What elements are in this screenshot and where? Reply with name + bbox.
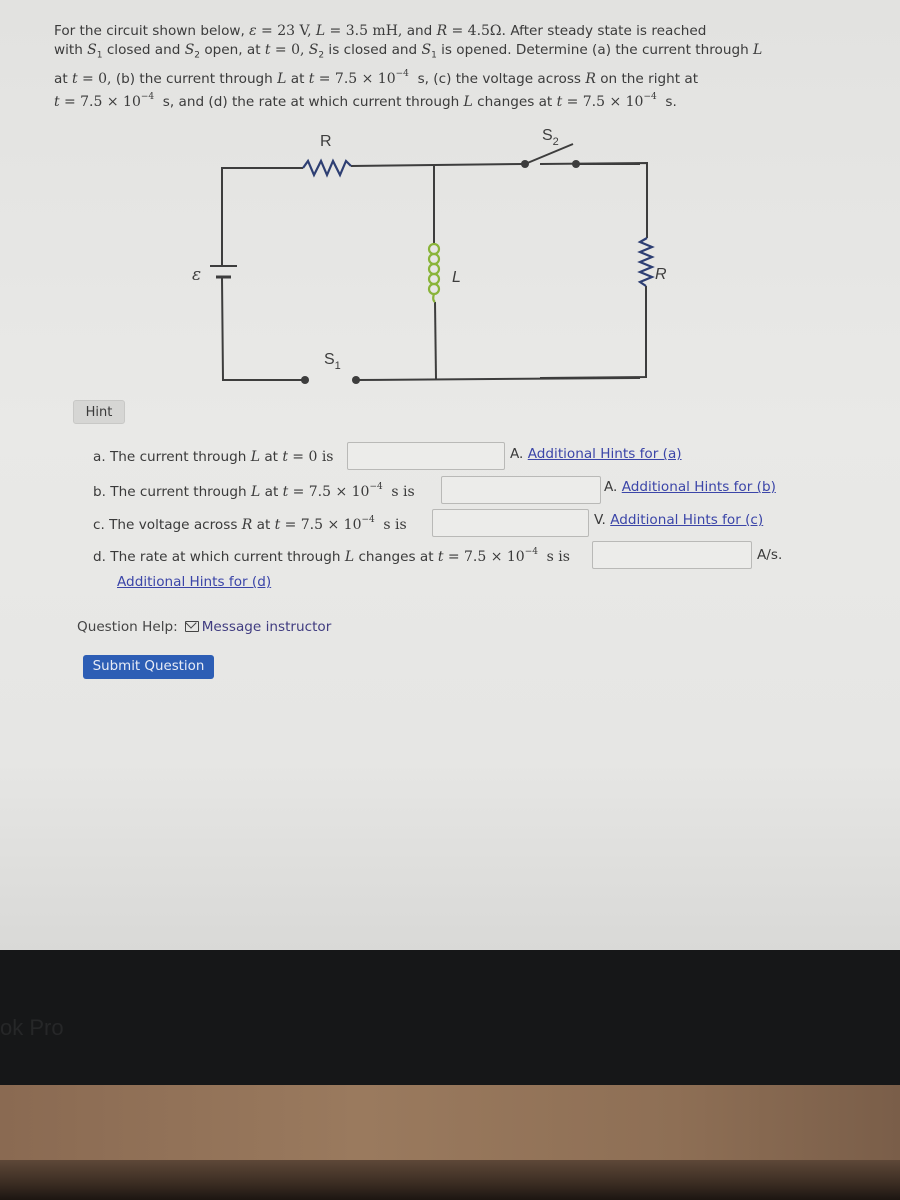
- circuit-diagram-right: R: [540, 161, 667, 379]
- wire-left-lower: [221, 277, 303, 381]
- hint-d: Additional Hints for (d): [117, 574, 271, 590]
- resistor-top-icon: [302, 158, 352, 178]
- wire-right-bottom: [540, 286, 647, 379]
- answer-d-input[interactable]: [592, 541, 752, 569]
- wire-left: [221, 167, 303, 265]
- question-b-label: b. The current through L at t = 7.5 × 10…: [93, 482, 415, 500]
- wire-right-top: [540, 161, 648, 238]
- hint-c-link[interactable]: Additional Hints for (c): [610, 512, 763, 528]
- switch-s1-label: S1: [324, 351, 341, 372]
- hint-a: A. Additional Hints for (a): [510, 446, 682, 462]
- message-instructor-link[interactable]: Message instructor: [202, 619, 332, 635]
- hint-a-link[interactable]: Additional Hints for (a): [528, 446, 682, 462]
- inductor-icon: [427, 242, 441, 303]
- problem-statement: For the circuit shown below, ε = 23 V, L…: [54, 22, 834, 112]
- inductor-label: L: [452, 269, 461, 286]
- hint-d-link[interactable]: Additional Hints for (d): [117, 574, 271, 590]
- question-help: Question Help: Message instructor: [77, 619, 332, 635]
- browser-screen: For the circuit shown below, ε = 23 V, L…: [0, 0, 900, 950]
- problem-line-1: For the circuit shown below, ε = 23 V, L…: [54, 23, 707, 39]
- problem-line-2: with S1 closed and S2 open, at t = 0, S2…: [54, 41, 763, 61]
- hint-b: A. Additional Hints for (b): [604, 479, 776, 495]
- laptop-brand-label: ok Pro: [0, 1015, 64, 1040]
- laptop-base-shadow: [0, 1160, 900, 1200]
- question-d-label: d. The rate at which current through L c…: [93, 547, 570, 565]
- hint-c: V. Additional Hints for (c): [594, 512, 764, 528]
- battery-icon: [210, 265, 237, 279]
- answer-d-unit: A/s.: [757, 547, 783, 563]
- mail-icon: [184, 621, 199, 632]
- question-a-label: a. The current through L at t = 0 is: [93, 449, 334, 465]
- laptop-base: [0, 1085, 900, 1160]
- hint-b-link[interactable]: Additional Hints for (b): [622, 479, 776, 495]
- problem-line-3: at t = 0, (b) the current through L at t…: [54, 68, 699, 87]
- wire-mid-bottom: [434, 301, 437, 380]
- question-c-label: c. The voltage across R at t = 7.5 × 10−…: [93, 515, 407, 533]
- switch-s1-icon: [301, 376, 360, 384]
- submit-question-button[interactable]: Submit Question: [83, 655, 214, 679]
- answer-b-input[interactable]: [441, 476, 601, 504]
- emf-label: ε: [192, 265, 201, 285]
- resistor-right-icon: [637, 237, 655, 287]
- resistor-right-label: R: [655, 266, 667, 283]
- resistor-top-label: R: [320, 133, 332, 150]
- answer-c-input[interactable]: [432, 509, 589, 537]
- laptop-bezel: [0, 950, 900, 1085]
- problem-line-4: t = 7.5 × 10−4 s, and (d) the rate at wh…: [54, 92, 677, 111]
- hint-button[interactable]: Hint: [73, 400, 125, 424]
- wire-top: [350, 163, 524, 167]
- answer-a-input[interactable]: [347, 442, 505, 470]
